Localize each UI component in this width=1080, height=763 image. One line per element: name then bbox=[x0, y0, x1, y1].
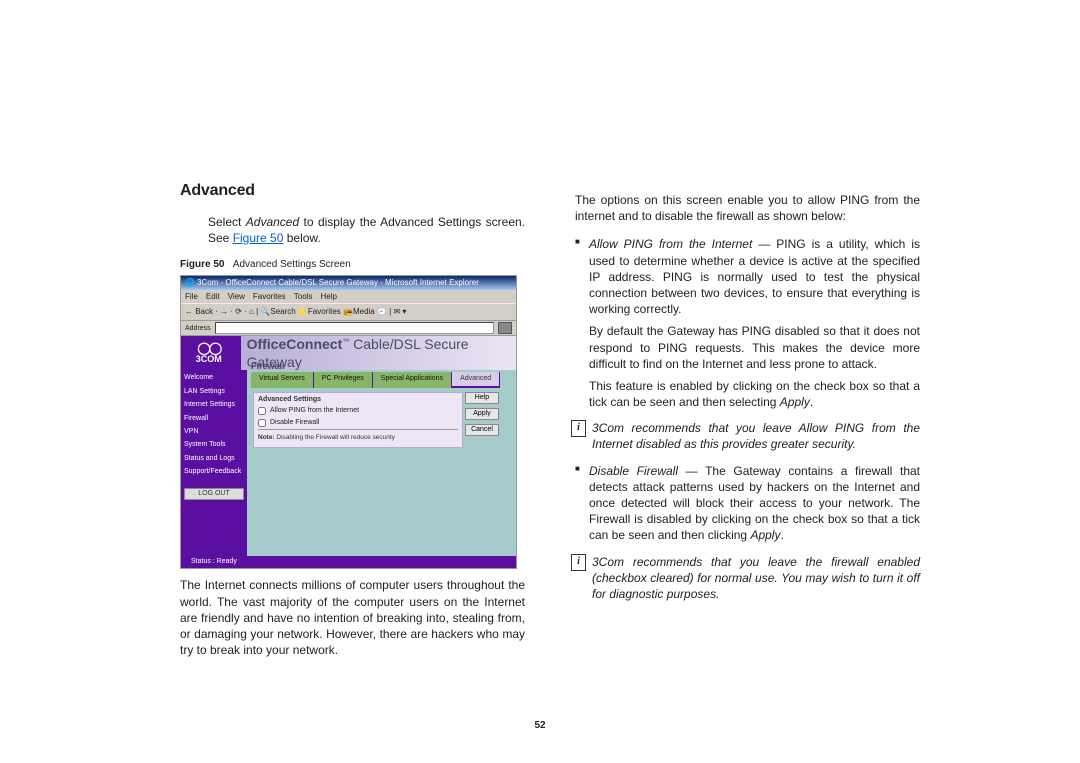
info-icon: i bbox=[571, 554, 586, 571]
app-title-bold: OfficeConnect bbox=[247, 336, 343, 352]
tab-advanced[interactable]: Advanced bbox=[452, 372, 500, 387]
sidebar-item-status[interactable]: Status and Logs bbox=[184, 455, 244, 463]
section-heading: Advanced bbox=[180, 180, 525, 202]
note1-text: 3Com recommends that you leave Allow PIN… bbox=[592, 420, 920, 452]
sidebar: Welcome LAN Settings Internet Settings F… bbox=[181, 370, 247, 556]
panel-note-bold: Note: bbox=[258, 434, 275, 441]
bullet-list: Allow PING from the Internet — PING is a… bbox=[575, 236, 920, 410]
figure-caption-text: Advanced Settings Screen bbox=[233, 259, 351, 270]
sidebar-item-welcome[interactable]: Welcome bbox=[184, 374, 244, 382]
bullet1-sub2-pre: This feature is enabled by clicking on t… bbox=[589, 379, 920, 409]
ie-title-text: 3Com - OfficeConnect Cable/DSL Secure Ga… bbox=[197, 276, 479, 290]
disable-firewall-checkbox[interactable] bbox=[258, 419, 266, 427]
option-disable-firewall: Disable Firewall bbox=[258, 418, 458, 427]
ie-app-icon: 🌐 bbox=[185, 276, 195, 290]
ie-menu-help[interactable]: Help bbox=[320, 292, 336, 303]
tab-virtual-servers[interactable]: Virtual Servers bbox=[251, 372, 314, 387]
bullet1-term: Allow PING from the Internet bbox=[589, 237, 752, 251]
ie-menu-favorites[interactable]: Favorites bbox=[253, 292, 286, 303]
bullet2-dash: — bbox=[678, 464, 705, 478]
ie-menu-view[interactable]: View bbox=[228, 292, 245, 303]
panel-buttons: Help Apply Cancel bbox=[465, 392, 499, 436]
tabs: Virtual Servers PC Privileges Special Ap… bbox=[251, 372, 516, 387]
bullet2-text-post: . bbox=[780, 528, 783, 542]
figure-caption: Figure 50 Advanced Settings Screen bbox=[180, 258, 525, 272]
bullet2-term: Disable Firewall bbox=[589, 464, 678, 478]
intro-after-link: below. bbox=[283, 231, 320, 245]
ie-toolbar: ← Back · → · ⟳ · ⌂ | 🔍Search ⭐Favorites … bbox=[181, 303, 516, 321]
option-allow-ping: Allow PING from the Internet bbox=[258, 406, 458, 415]
status-bar: Status : Ready bbox=[181, 556, 516, 568]
ie-menu-edit[interactable]: Edit bbox=[206, 292, 220, 303]
screenshot-figure: 🌐 3Com - OfficeConnect Cable/DSL Secure … bbox=[180, 275, 517, 569]
figure-label: Figure 50 bbox=[180, 259, 224, 270]
app-header: ◯◯ 3COM OfficeConnect™ Cable/DSL Secure … bbox=[181, 336, 516, 370]
page-number: 52 bbox=[0, 720, 1080, 731]
logo-text: 3COM bbox=[181, 355, 237, 365]
advanced-panel: Advanced Settings Allow PING from the In… bbox=[253, 392, 463, 448]
ie-menu-bar: File Edit View Favorites Tools Help bbox=[181, 290, 516, 303]
note2-text: 3Com recommends that you leave the firew… bbox=[592, 554, 920, 603]
panel-divider bbox=[258, 429, 458, 430]
bullet-list-2: Disable Firewall — The Gateway contains … bbox=[575, 463, 920, 544]
ie-menu-tools[interactable]: Tools bbox=[294, 292, 313, 303]
intro-em: Advanced bbox=[246, 215, 299, 229]
bullet-disable-firewall: Disable Firewall — The Gateway contains … bbox=[575, 463, 920, 544]
sidebar-item-internet[interactable]: Internet Settings bbox=[184, 401, 244, 409]
bullet2-text-em: Apply bbox=[750, 528, 780, 542]
intro-pre: Select bbox=[208, 215, 246, 229]
note-row-2: i 3Com recommends that you leave the fir… bbox=[571, 554, 920, 603]
figure-link[interactable]: Figure 50 bbox=[233, 231, 284, 245]
sidebar-item-firewall[interactable]: Firewall bbox=[184, 415, 244, 423]
sidebar-item-lan[interactable]: LAN Settings bbox=[184, 388, 244, 396]
address-label: Address bbox=[185, 324, 211, 333]
sidebar-item-vpn[interactable]: VPN bbox=[184, 428, 244, 436]
app-body: Welcome LAN Settings Internet Settings F… bbox=[181, 370, 516, 556]
tab-special-apps[interactable]: Special Applications bbox=[373, 372, 452, 387]
info-icon: i bbox=[571, 420, 586, 437]
sidebar-item-system[interactable]: System Tools bbox=[184, 441, 244, 449]
logo-3com: ◯◯ 3COM bbox=[181, 342, 237, 365]
logout-button[interactable]: LOG OUT bbox=[184, 488, 244, 500]
help-button[interactable]: Help bbox=[465, 392, 499, 404]
address-input[interactable] bbox=[215, 322, 494, 334]
bullet1-sub2: This feature is enabled by clicking on t… bbox=[589, 378, 920, 410]
intro-paragraph: Select Advanced to display the Advanced … bbox=[208, 214, 525, 246]
bullet-allow-ping: Allow PING from the Internet — PING is a… bbox=[575, 236, 920, 410]
note-row-1: i 3Com recommends that you leave Allow P… bbox=[571, 420, 920, 452]
sidebar-item-support[interactable]: Support/Feedback bbox=[184, 468, 244, 476]
left-column: Advanced Select Advanced to display the … bbox=[180, 180, 525, 670]
left-body-paragraph: The Internet connects millions of comput… bbox=[180, 577, 525, 658]
ie-menu-file[interactable]: File bbox=[185, 292, 198, 303]
cancel-button[interactable]: Cancel bbox=[465, 424, 499, 436]
bullet1-dash: — bbox=[752, 237, 776, 251]
right-column: The options on this screen enable you to… bbox=[575, 180, 920, 670]
panel-note-text: Disabling the Firewall will reduce secur… bbox=[275, 434, 395, 441]
panel-note: Note: Disabling the Firewall will reduce… bbox=[258, 434, 458, 443]
bullet1-sub2-em: Apply bbox=[780, 395, 810, 409]
right-intro: The options on this screen enable you to… bbox=[575, 192, 920, 224]
disable-firewall-label: Disable Firewall bbox=[270, 418, 319, 427]
ie-title-bar: 🌐 3Com - OfficeConnect Cable/DSL Secure … bbox=[181, 276, 516, 290]
panel-title: Advanced Settings bbox=[258, 395, 458, 404]
go-button[interactable] bbox=[498, 322, 512, 334]
allow-ping-label: Allow PING from the Internet bbox=[270, 406, 359, 415]
bullet1-sub1: By default the Gateway has PING disabled… bbox=[589, 323, 920, 372]
tab-pc-privileges[interactable]: PC Privileges bbox=[314, 372, 373, 387]
content-area: Virtual Servers PC Privileges Special Ap… bbox=[247, 370, 516, 556]
bullet1-sub2-post: . bbox=[810, 395, 813, 409]
allow-ping-checkbox[interactable] bbox=[258, 407, 266, 415]
apply-button[interactable]: Apply bbox=[465, 408, 499, 420]
